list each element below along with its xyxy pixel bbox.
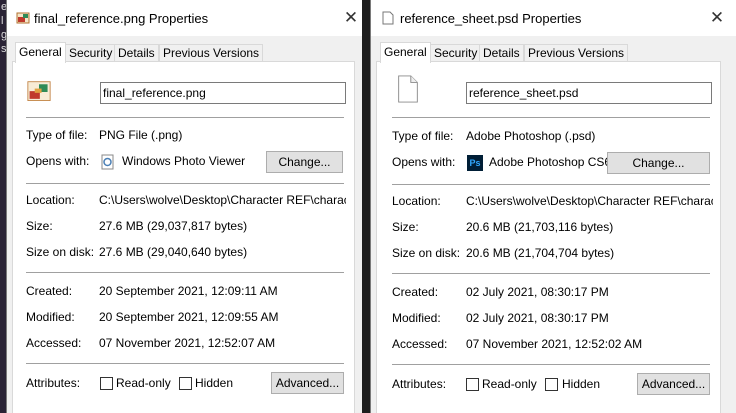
type-of-file-value: PNG File (.png) — [99, 128, 183, 142]
accessed-value: 07 November 2021, 12:52:07 AM — [99, 336, 276, 350]
attributes-label: Attributes: — [392, 377, 447, 391]
hidden-checkbox[interactable] — [545, 378, 558, 391]
location-value[interactable]: C:\Users\wolve\Desktop\Character REF\cha… — [466, 194, 713, 208]
location-value[interactable]: C:\Users\wolve\Desktop\Character REF\cha… — [99, 193, 346, 207]
general-panel: reference_sheet.psd Type of file: Adobe … — [376, 61, 721, 413]
opens-with-value: Windows Photo Viewer — [122, 154, 246, 168]
read-only-checkbox[interactable] — [466, 378, 479, 391]
psd-file-icon — [398, 75, 418, 103]
attributes-label: Attributes: — [26, 376, 81, 390]
title-bar[interactable]: final_reference.png Properties ✕ — [7, 0, 362, 36]
divider — [26, 117, 344, 118]
general-panel: final_reference.png Type of file: PNG Fi… — [12, 61, 355, 413]
created-value: 02 July 2021, 08:30:17 PM — [466, 285, 609, 299]
opens-with-value: Adobe Photoshop CS6 — [489, 155, 612, 169]
divider — [26, 183, 344, 184]
divider — [392, 117, 710, 118]
accessed-label: Accessed: — [26, 336, 82, 350]
read-only-label[interactable]: Read-only — [116, 376, 171, 390]
accessed-label: Accessed: — [392, 337, 448, 351]
size-label: Size: — [392, 220, 419, 234]
size-on-disk-value: 27.6 MB (29,040,640 bytes) — [99, 245, 248, 259]
properties-window-png: final_reference.png Properties ✕ General… — [6, 0, 362, 413]
hidden-label[interactable]: Hidden — [562, 377, 600, 391]
tab-general[interactable]: General — [15, 42, 66, 63]
type-of-file-label: Type of file: — [26, 128, 88, 142]
tab-security[interactable]: Security — [65, 44, 117, 62]
modified-value: 20 September 2021, 12:09:55 AM — [99, 310, 279, 324]
modified-value: 02 July 2021, 08:30:17 PM — [466, 311, 609, 325]
png-file-icon — [27, 81, 51, 101]
type-of-file-label: Type of file: — [392, 129, 454, 143]
size-value: 27.6 MB (29,037,817 bytes) — [99, 219, 248, 233]
tab-security[interactable]: Security — [430, 44, 482, 62]
size-on-disk-label: Size on disk: — [26, 245, 95, 259]
type-of-file-value: Adobe Photoshop (.psd) — [466, 129, 596, 143]
size-label: Size: — [26, 219, 53, 233]
opens-with-label: Opens with: — [26, 154, 90, 168]
opens-with-label: Opens with: — [392, 155, 456, 169]
modified-label: Modified: — [392, 311, 441, 325]
png-file-icon — [16, 12, 30, 24]
window-title: reference_sheet.psd Properties — [400, 11, 582, 26]
psd-file-icon — [382, 11, 394, 25]
desktop-gap — [362, 0, 370, 413]
change-button[interactable]: Change... — [266, 151, 343, 173]
photoshop-icon: Ps — [467, 155, 483, 171]
tab-details[interactable]: Details — [114, 44, 159, 62]
advanced-button[interactable]: Advanced... — [637, 373, 710, 395]
size-value: 20.6 MB (21,703,116 bytes) — [466, 220, 614, 234]
tab-previous-versions[interactable]: Previous Versions — [159, 44, 264, 62]
window-title: final_reference.png Properties — [34, 11, 209, 26]
filename-field[interactable]: final_reference.png — [100, 82, 346, 104]
divider — [392, 184, 710, 185]
divider — [392, 364, 710, 365]
tab-details[interactable]: Details — [479, 44, 524, 62]
advanced-button[interactable]: Advanced... — [271, 372, 344, 394]
read-only-label[interactable]: Read-only — [482, 377, 537, 391]
filename-field[interactable]: reference_sheet.psd — [466, 82, 712, 104]
created-label: Created: — [392, 285, 439, 299]
title-bar[interactable]: reference_sheet.psd Properties ✕ — [371, 0, 736, 36]
modified-label: Modified: — [26, 310, 75, 324]
change-button[interactable]: Change... — [607, 152, 710, 174]
tab-previous-versions[interactable]: Previous Versions — [524, 44, 629, 62]
divider — [392, 273, 710, 274]
size-on-disk-label: Size on disk: — [392, 246, 461, 260]
hidden-checkbox[interactable] — [179, 377, 192, 390]
properties-window-psd: reference_sheet.psd Properties ✕ General… — [370, 0, 736, 413]
created-value: 20 September 2021, 12:09:11 AM — [99, 284, 278, 298]
created-label: Created: — [26, 284, 73, 298]
hidden-label[interactable]: Hidden — [195, 376, 233, 390]
size-on-disk-value: 20.6 MB (21,704,704 bytes) — [466, 246, 615, 260]
close-icon[interactable]: ✕ — [707, 8, 727, 28]
divider — [26, 272, 344, 273]
location-label: Location: — [26, 193, 75, 207]
accessed-value: 07 November 2021, 12:52:02 AM — [466, 337, 643, 351]
tab-general[interactable]: General — [380, 42, 431, 63]
read-only-checkbox[interactable] — [100, 377, 113, 390]
close-icon[interactable]: ✕ — [341, 8, 361, 28]
photo-viewer-icon — [101, 154, 114, 170]
divider — [26, 363, 344, 364]
location-label: Location: — [392, 194, 441, 208]
